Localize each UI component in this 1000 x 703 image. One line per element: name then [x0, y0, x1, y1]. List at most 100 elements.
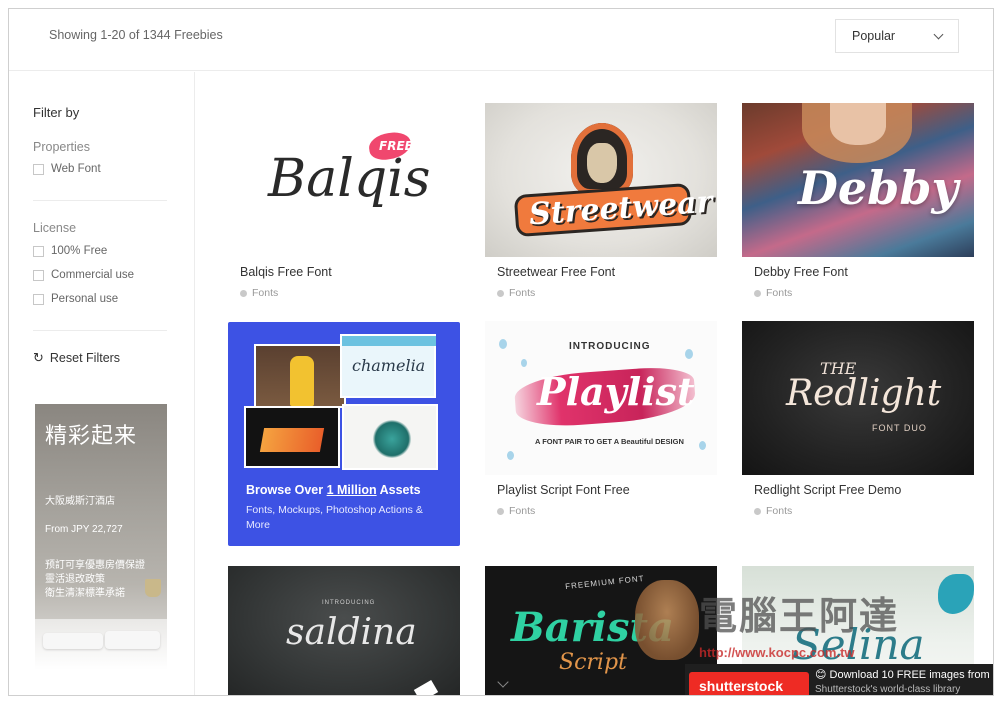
card-art-text: Redlight [786, 373, 942, 414]
ad-line: 衛生清潔標準承諾 [45, 588, 125, 599]
promo-subtext: Fonts, Mockups, Photoshop Actions & More [246, 504, 423, 531]
watercolor-drop [499, 339, 507, 349]
card-thumbnail[interactable]: INTRODUCING Playlist A FONT PAIR TO GET … [485, 321, 717, 475]
filter-sidebar: Filter by Properties Web Font License 10… [9, 72, 195, 695]
divider [33, 330, 167, 331]
checkbox-box[interactable] [33, 245, 44, 257]
group-title-properties: Properties [33, 140, 90, 154]
watercolor-drop [685, 349, 693, 359]
card-category[interactable]: Fonts [497, 505, 535, 517]
card-category[interactable]: Fonts [240, 287, 278, 299]
checkbox-personal-use[interactable]: Personal use [33, 293, 118, 305]
page-frame: Showing 1-20 of 1344 Freebies Popular Fi… [8, 8, 994, 696]
card-thumbnail[interactable]: FREEMIUM FONT Barista Script [485, 566, 717, 695]
promo-headline-prefix: Browse Over [246, 483, 327, 497]
checkbox-label: Commercial use [51, 269, 135, 281]
results-count: Showing 1-20 of 1344 Freebies [49, 28, 223, 42]
shutterstock-subtext: Shutterstock's world-class library [815, 684, 961, 695]
bed-image [35, 619, 167, 695]
chevron-down-icon [497, 676, 509, 688]
art-bottom-text: FONT DUO [872, 423, 927, 433]
shutterstock-banner[interactable]: shutterstock 😊 Download 10 FREE images f… [685, 664, 993, 695]
promo-splash-card [342, 404, 438, 470]
card-title[interactable]: Streetwear Free Font [497, 265, 615, 279]
ad-price: From JPY 22,727 [45, 524, 123, 535]
checkbox-100-free[interactable]: 100% Free [33, 245, 107, 257]
group-title-license: License [33, 221, 77, 235]
watercolor-drop [699, 441, 706, 450]
ad-line: 靈活退改政策 [45, 574, 105, 585]
face-shape [587, 143, 617, 183]
promo-mockup-card: chamelia [340, 334, 436, 398]
ad-line: 预訂可享優惠房價保證 [45, 560, 145, 571]
checkbox-box[interactable] [33, 163, 44, 175]
reset-filters-button[interactable]: ↻ Reset Filters [33, 350, 120, 366]
promo-headline[interactable]: Browse Over 1 Million Assets [246, 483, 421, 497]
card-thumbnail[interactable]: Streetwear [485, 103, 717, 257]
sort-dropdown[interactable]: Popular [835, 19, 959, 53]
checkbox-label: Personal use [51, 293, 119, 305]
ad-hotel-name: 大阪威斯汀酒店 [45, 496, 115, 507]
shutterstock-logo[interactable]: shutterstock [689, 672, 809, 695]
card-thumbnail[interactable]: INTRODUCING saldina [228, 566, 460, 695]
checkbox-commercial-use[interactable]: Commercial use [33, 269, 134, 281]
checkbox-label: 100% Free [51, 245, 108, 257]
divider [33, 200, 167, 201]
art-bottom-text: Script [559, 650, 627, 675]
card-title[interactable]: Redlight Script Free Demo [754, 483, 901, 497]
promo-million-link[interactable]: 1 Million [327, 483, 377, 497]
watermark-url: http://www.kocpc.com.tw [699, 645, 855, 660]
art-top-text: FREEMIUM FONT [564, 573, 645, 592]
card-thumbnail[interactable]: Debby [742, 103, 974, 257]
promo-headline-suffix: Assets [376, 483, 421, 497]
shutterstock-text: 😊 Download 10 FREE images from [815, 668, 990, 681]
category-label: Fonts [766, 505, 793, 517]
ad-title: 精彩起来 [45, 424, 138, 449]
card-art-text: saldina [286, 612, 417, 653]
site-watermark: 電腦王阿達 [699, 594, 900, 638]
category-dot-icon [497, 507, 504, 515]
card-category[interactable]: Fonts [497, 287, 535, 299]
category-dot-icon [240, 289, 247, 297]
chevron-down-icon [933, 29, 944, 40]
card-category[interactable]: Fonts [754, 287, 792, 299]
checkbox-box[interactable] [33, 269, 44, 281]
card-art-text: Balqis [268, 149, 431, 209]
art-top-text: INTRODUCING [569, 341, 651, 352]
results-toolbar: Showing 1-20 of 1344 Freebies Popular [9, 9, 993, 71]
category-label: Fonts [509, 287, 536, 299]
card-art-text: Playlist [537, 369, 695, 414]
lamp-image [145, 579, 161, 597]
category-dot-icon [497, 289, 504, 297]
art-bottom-text: A FONT PAIR TO GET A Beautiful DESIGN [535, 437, 684, 446]
category-dot-icon [754, 507, 761, 515]
refresh-icon: ↻ [33, 350, 44, 365]
cursor-shape [413, 679, 439, 695]
checkbox-box[interactable] [33, 293, 44, 305]
card-art-text: Debby [798, 161, 959, 215]
promo-laptop [244, 406, 340, 468]
avatar [635, 580, 699, 660]
checkbox-web-font[interactable]: Web Font [33, 163, 101, 175]
art-top-text: INTRODUCING [322, 600, 376, 606]
face-shape [830, 103, 886, 145]
promo-photo-person [254, 344, 346, 408]
category-label: Fonts [509, 505, 536, 517]
card-category[interactable]: Fonts [754, 505, 792, 517]
sort-selected: Popular [852, 29, 896, 43]
checkbox-label: Web Font [51, 163, 101, 175]
promo-mock-text: chamelia [352, 356, 426, 375]
card-title[interactable]: Balqis Free Font [240, 265, 332, 279]
watercolor-drop [521, 359, 527, 367]
card-thumbnail[interactable]: FREE Balqis [228, 103, 460, 257]
card-thumbnail[interactable]: THE Redlight FONT DUO [742, 321, 974, 475]
card-title[interactable]: Playlist Script Font Free [497, 483, 630, 497]
category-label: Fonts [766, 287, 793, 299]
category-label: Fonts [252, 287, 279, 299]
emoji-icon: 😊 [815, 669, 827, 681]
card-title[interactable]: Debby Free Font [754, 265, 848, 279]
hotel-ad[interactable]: 精彩起来 大阪威斯汀酒店 From JPY 22,727 预訂可享優惠房價保證 … [35, 404, 167, 695]
promo-banner[interactable]: chamelia Browse Over 1 Million Assets Fo… [228, 322, 460, 546]
filter-heading: Filter by [33, 105, 80, 120]
watercolor-drop [507, 451, 514, 460]
